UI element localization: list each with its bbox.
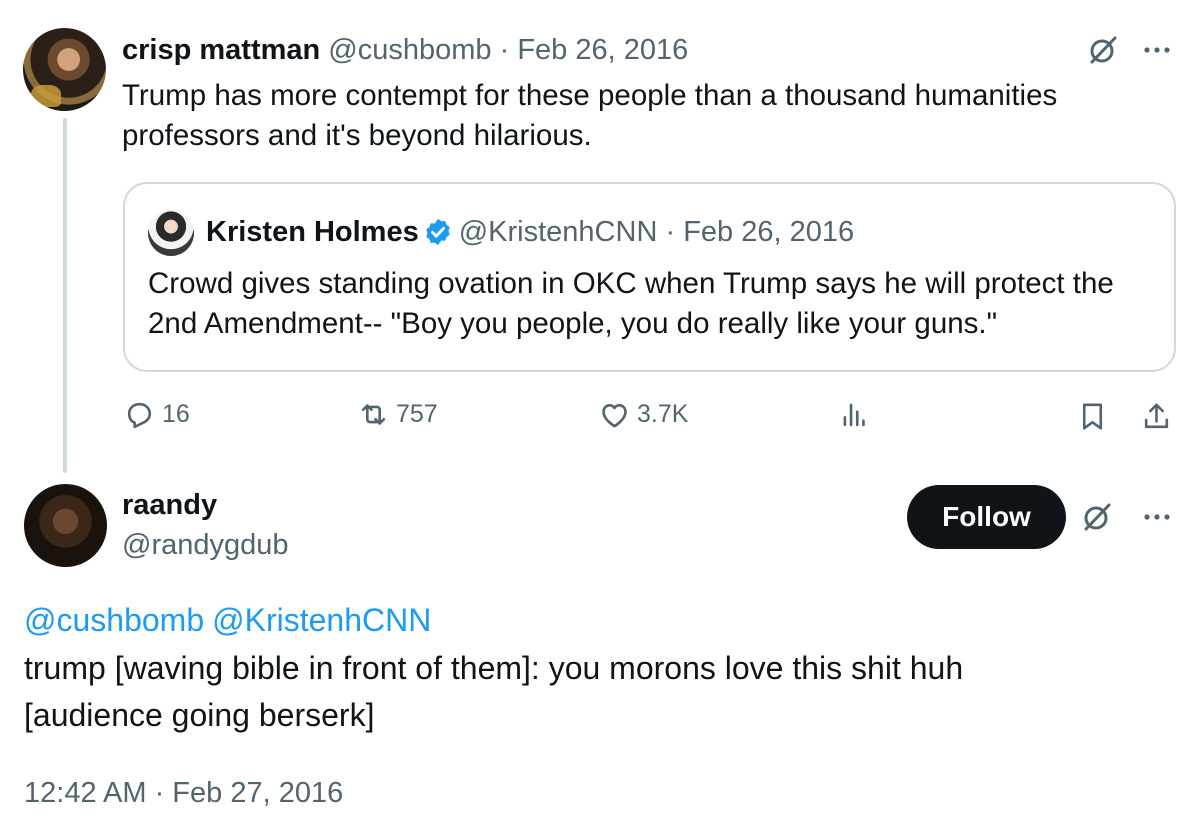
parent-author-avatar[interactable] (23, 28, 106, 111)
reply-author-handle[interactable]: @randygdub (122, 527, 289, 563)
views-button[interactable] (838, 398, 871, 431)
parent-tweet-header: crisp mattman @cushbomb · Feb 26, 2016 (122, 30, 688, 70)
mention-link[interactable]: @KristenhCNN (212, 602, 431, 638)
more-options-icon[interactable] (1140, 500, 1174, 534)
reply-timestamp[interactable]: 12:42 AM · Feb 27, 2016 (24, 773, 343, 813)
like-count: 3.7K (637, 400, 689, 428)
retweet-count: 757 (396, 400, 438, 428)
reply-icon (127, 402, 152, 429)
grok-icon[interactable] (1086, 33, 1120, 67)
quoted-author-name: Kristen Holmes (206, 216, 419, 248)
reply-button[interactable]: 16 (123, 398, 190, 431)
parent-author-handle[interactable]: @cushbomb (328, 34, 491, 66)
quoted-tweet-header: Kristen Holmes @KristenhCNN · Feb 26, 20… (206, 213, 854, 251)
like-button[interactable]: 3.7K (598, 398, 688, 431)
reply-author-avatar[interactable] (24, 484, 107, 567)
quoted-tweet-text: Crowd gives standing ovation in OKC when… (148, 267, 1114, 340)
share-icon[interactable] (1140, 400, 1173, 433)
reply-tweet-text: trump [waving bible in front of them]: y… (24, 645, 1164, 739)
quoted-author-handle: @KristenhCNN (458, 216, 658, 248)
parent-tweet-text: Trump has more contempt for these people… (122, 79, 1058, 152)
parent-header-separator: · (499, 34, 510, 66)
retweet-button[interactable]: 757 (357, 398, 438, 431)
reply-text-line: [audience going berserk] (24, 697, 375, 733)
reply-count: 16 (162, 400, 190, 428)
like-icon (602, 403, 627, 428)
parent-tweet-date[interactable]: Feb 26, 2016 (517, 34, 688, 66)
bookmark-icon[interactable] (1076, 400, 1109, 433)
quoted-author-avatar (148, 210, 194, 256)
reply-mentions: @cushbomb @KristenhCNN (24, 600, 439, 640)
thread-connector-line (63, 118, 67, 473)
quoted-header-separator: · (665, 216, 676, 248)
reply-text-line: trump [waving bible in front of them]: y… (24, 650, 964, 686)
parent-author-name[interactable]: crisp mattman (122, 34, 320, 66)
grok-icon[interactable] (1080, 500, 1114, 534)
more-options-icon[interactable] (1140, 33, 1174, 67)
follow-button[interactable]: Follow (907, 485, 1066, 549)
mention-link[interactable]: @cushbomb (24, 602, 204, 638)
verified-badge-icon (425, 218, 450, 246)
views-icon (843, 403, 865, 427)
retweet-icon (361, 404, 386, 425)
quoted-tweet-date: Feb 26, 2016 (683, 216, 855, 248)
reply-author-name[interactable]: raandy (122, 487, 217, 523)
